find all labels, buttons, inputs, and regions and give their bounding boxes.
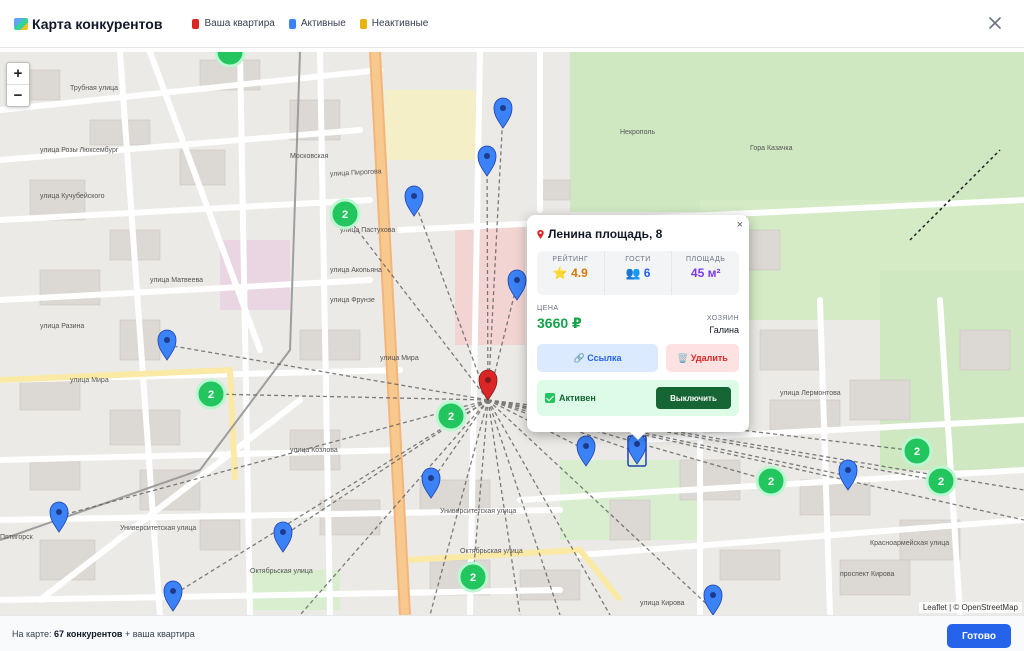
modal-title: Карта конкурентов (14, 16, 162, 32)
cluster-marker[interactable]: 2 (925, 465, 957, 497)
close-button[interactable] (984, 12, 1006, 34)
modal-header: Карта конкурентов Ваша квартира Активные… (0, 0, 1024, 48)
stat-rating: РЕЙТИНГ ⭐ 4.9 (552, 256, 589, 280)
svg-text:2: 2 (768, 476, 774, 488)
map-attribution[interactable]: Leaflet | © OpenStreetMap (918, 602, 1022, 613)
svg-text:2: 2 (208, 389, 214, 401)
check-icon (545, 393, 555, 403)
price-block: ЦЕНА 3660 ₽ (537, 305, 582, 331)
cluster-marker[interactable]: 2 (457, 561, 489, 593)
active-marker[interactable] (49, 501, 69, 533)
status-label: Активен (545, 393, 596, 403)
footer-summary: На карте: 67 конкурентов + ваша квартира (12, 628, 195, 639)
active-marker[interactable] (421, 467, 441, 499)
red-swatch-icon (192, 18, 200, 29)
price-value: 3660 ₽ (537, 315, 582, 331)
cluster-marker[interactable]: 2 (435, 400, 467, 432)
link-button[interactable]: 🔗 Ссылка (537, 344, 658, 372)
deactivate-button[interactable]: Выключить (656, 387, 731, 409)
stats-panel: РЕЙТИНГ ⭐ 4.9 ГОСТИ 👥 6 ПЛОЩАДЬ 45 м² (537, 251, 739, 295)
zoom-in-button[interactable]: + (7, 63, 29, 85)
modal-footer: На карте: 67 конкурентов + ваша квартира… (0, 615, 1024, 651)
svg-text:2: 2 (448, 411, 454, 423)
popup-close-button[interactable]: × (737, 219, 743, 231)
legend-item-active: Активные (288, 18, 346, 29)
legend-item-inactive: Неактивные (359, 18, 428, 29)
svg-text:2: 2 (938, 476, 944, 488)
title-text: Карта конкурентов (32, 15, 163, 32)
owner-name: Галина (709, 325, 739, 335)
cluster-marker[interactable]: 2 (195, 378, 227, 410)
owner-block: ХОЗЯИН Галина (706, 315, 739, 335)
cluster-marker[interactable]: 2 (901, 435, 933, 467)
location-pin-icon (537, 229, 544, 239)
marker-layer: 2 2 2 2 2 2 2 (49, 52, 957, 615)
stat-guests: ГОСТИ 👥 6 (603, 251, 672, 295)
active-marker[interactable] (163, 580, 183, 612)
delete-button[interactable]: 🗑️ Удалить (666, 344, 739, 372)
active-marker[interactable] (507, 269, 527, 301)
zoom-control: + − (6, 62, 30, 107)
map-area[interactable]: улица Пирогова улица Пастухова улица Ако… (0, 52, 1024, 615)
stat-area: ПЛОЩАДЬ 45 м² (671, 251, 739, 295)
legend: Ваша квартира Активные Неактивные (192, 18, 442, 29)
zoom-out-button[interactable]: − (7, 85, 29, 106)
svg-text:2: 2 (470, 572, 476, 584)
popup-title: Ленина площадь, 8 (537, 227, 739, 241)
svg-text:2: 2 (342, 209, 348, 221)
active-marker[interactable] (273, 521, 293, 553)
status-row: Активен Выключить (537, 380, 739, 416)
cluster-marker[interactable]: 2 (329, 198, 361, 230)
price-owner-row: ЦЕНА 3660 ₽ ХОЗЯИН Галина (537, 305, 739, 335)
svg-text:2: 2 (914, 446, 920, 458)
cluster-marker[interactable]: 2 (755, 465, 787, 497)
active-marker[interactable] (493, 97, 513, 129)
active-marker[interactable] (157, 329, 177, 361)
close-icon (989, 17, 1001, 29)
map-icon (14, 17, 28, 30)
cluster-marker[interactable] (214, 52, 246, 68)
popup-actions: 🔗 Ссылка 🗑️ Удалить (537, 344, 739, 372)
done-button[interactable]: Готово (947, 624, 1011, 648)
blue-swatch-icon (288, 18, 296, 29)
active-marker[interactable] (477, 145, 497, 177)
active-marker[interactable] (703, 584, 723, 615)
active-marker[interactable] (576, 435, 596, 467)
active-marker[interactable] (838, 459, 858, 491)
listing-popup: × Ленина площадь, 8 РЕЙТИНГ ⭐ 4.9 ГОСТИ … (527, 215, 749, 440)
legend-item-own: Ваша квартира (192, 18, 275, 29)
yellow-swatch-icon (359, 18, 367, 29)
active-marker[interactable] (404, 185, 424, 217)
own-apartment-marker[interactable] (478, 369, 498, 401)
